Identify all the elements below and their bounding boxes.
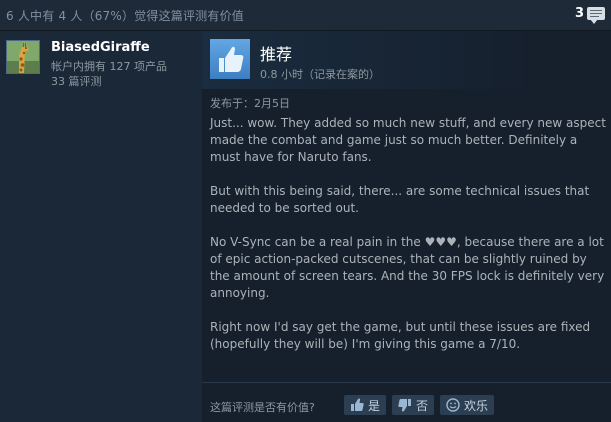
recommendation-banner[interactable]: 推荐 0.8 小时（记录在案的） [202, 31, 611, 89]
vote-funny-label: 欢乐 [464, 398, 489, 413]
review-header-bar: 6 人中有 4 人（67%）觉得这篇评测有价值 3 [0, 0, 611, 31]
giraffe-avatar-icon [7, 41, 39, 73]
speech-bubble-icon [587, 7, 605, 24]
review-paragraph: No V-Sync can be a real pain in the ♥♥♥,… [210, 235, 605, 300]
vote-no-label: 否 [416, 398, 429, 413]
vote-funny-button[interactable]: 欢乐 [440, 395, 495, 415]
review-content-panel: 推荐 0.8 小时（记录在案的） 发布于：2月5日 Just... wow. T… [202, 31, 611, 422]
helpful-question: 这篇评测是否有价值? [210, 401, 315, 414]
smiley-icon [446, 398, 460, 412]
review-paragraph: Right now I'd say get the game, but unti… [210, 320, 591, 351]
thumbs-up-small-icon [351, 398, 364, 411]
reviewer-name[interactable]: BiasedGiraffe [51, 40, 150, 55]
comment-count: 3 [574, 6, 584, 21]
helpful-summary: 6 人中有 4 人（67%）觉得这篇评测有价值 [6, 9, 244, 23]
thumbs-up-icon [210, 39, 250, 79]
review-body: Just... wow. They added so much new stuf… [210, 115, 606, 370]
vote-yes-button[interactable]: 是 [344, 395, 387, 415]
footer-divider [202, 382, 611, 383]
thumbs-down-small-icon [398, 399, 411, 412]
recommendation-label: 推荐 [260, 45, 293, 64]
products-owned[interactable]: 帐户内拥有 127 项产品 [51, 58, 167, 74]
review-card: BiasedGiraffe 帐户内拥有 127 项产品 33 篇评测 推荐 0.… [0, 31, 611, 422]
reviewer-avatar[interactable] [6, 40, 40, 74]
comments-link[interactable]: 3 [574, 6, 605, 24]
vote-no-button[interactable]: 否 [392, 395, 435, 415]
review-paragraph: But with this being said, there... are s… [210, 184, 590, 215]
post-date: 发布于：2月5日 [210, 97, 290, 110]
vote-yes-label: 是 [368, 398, 381, 413]
review-paragraph: Just... wow. They added so much new stuf… [210, 116, 606, 164]
reviews-count[interactable]: 33 篇评测 [51, 73, 102, 89]
hours-on-record: 0.8 小时（记录在案的） [260, 68, 380, 81]
